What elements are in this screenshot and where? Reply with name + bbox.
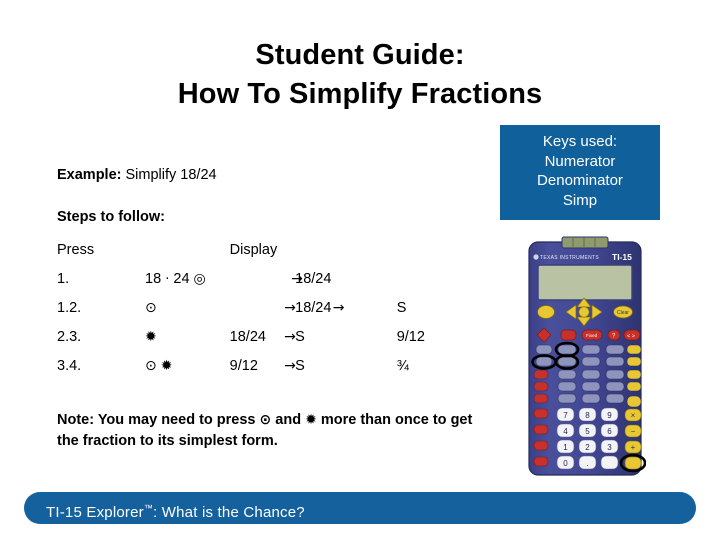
trademark-icon: ™ xyxy=(143,503,154,513)
svg-text:Fixed: Fixed xyxy=(586,333,598,338)
row-3-display-value: S xyxy=(295,329,305,345)
keys-used-item-numerator: Numerator xyxy=(544,152,616,170)
row-1-press-separator: · xyxy=(165,272,170,287)
slide-canvas: Student Guide: How To Simplify Fractions… xyxy=(0,0,720,540)
svg-text:TI-15: TI-15 xyxy=(612,252,632,262)
svg-text:8: 8 xyxy=(585,411,590,420)
row-4-last: ¾ xyxy=(396,358,409,374)
denominator-key-icon: ⊙ xyxy=(145,300,157,316)
svg-text:−: − xyxy=(631,427,636,436)
row-4-display-value: S xyxy=(295,358,305,374)
row-2-arrow-left-icon: → xyxy=(284,300,296,316)
row-2-arrow-right-icon: → xyxy=(332,300,345,316)
row-3-number: 2.3. xyxy=(57,329,82,345)
svg-text:Clear: Clear xyxy=(617,310,629,316)
svg-text:6: 6 xyxy=(607,427,612,436)
keys-used-item-simp: Simp xyxy=(562,191,598,209)
table-row: 2.3. ✹ 18/24 → S 9/12 xyxy=(57,329,487,358)
row-3-last: 9/12 xyxy=(396,329,425,345)
title-line-1: Student Guide: xyxy=(255,39,465,71)
row-3-press: ✹ xyxy=(145,329,230,358)
simp-key-icon: ✹ xyxy=(145,329,157,345)
svg-text:9: 9 xyxy=(607,411,612,420)
ti-15-calculator-svg: TEXAS INSTRUMENTS TI-15 Clear Fixed ? < … xyxy=(528,236,647,476)
footer-product-name: TI-15 Explorer xyxy=(46,504,144,521)
row-1-display: → 18/24 xyxy=(291,271,397,300)
svg-text:×: × xyxy=(631,411,636,420)
keys-used-item-denominator: Denominator xyxy=(537,172,623,189)
row-2-display: → 18/24 → xyxy=(284,300,397,329)
svg-text:+: + xyxy=(631,443,636,452)
row-1-number: 1. xyxy=(57,271,70,287)
row-1-press: 18 · 24 ◎ xyxy=(145,271,230,300)
svg-text:.: . xyxy=(586,459,588,468)
example-label: Example: xyxy=(57,167,122,183)
svg-text:< >: < > xyxy=(627,334,635,340)
row-4-arrow-left-icon: → xyxy=(284,358,296,374)
row-3-display: → S xyxy=(284,329,397,358)
footer-subtitle: : What is the Chance? xyxy=(153,504,305,521)
example-line: Example: Simplify 18/24 xyxy=(57,167,217,183)
row-1-arrow-icon: → xyxy=(291,271,303,287)
footer-bar: TI-15 Explorer™: What is the Chance? xyxy=(24,492,696,524)
steps-table: Press Display 1. 18 · 24 ◎ → 18/24 1.2. … xyxy=(57,242,487,387)
table-row: 1.2. ⊙ → 18/24 → S xyxy=(57,300,487,329)
row-2-number: 1.2. xyxy=(57,300,82,316)
table-row: 3.4. ⊙ ✹ 9/12 → S ¾ xyxy=(57,358,487,387)
steps-heading: Steps to follow: xyxy=(57,209,165,225)
keys-used-heading: Keys used: xyxy=(542,133,618,150)
svg-text:7: 7 xyxy=(563,411,568,420)
svg-text:2: 2 xyxy=(585,443,590,452)
row-1-press-operand-1: 18 xyxy=(145,271,162,287)
row-2-last: S xyxy=(396,300,407,316)
row-2-display-value: 18/24 xyxy=(295,300,332,316)
column-header-display: Display xyxy=(229,242,278,258)
row-1-press-operand-2: 24 xyxy=(173,271,190,287)
row-1-last xyxy=(397,271,487,300)
row-3-arrow-left-icon: → xyxy=(284,329,296,345)
column-header-press: Press xyxy=(57,242,95,258)
row-1-mid xyxy=(230,271,295,300)
note-block: Note: You may need to press ⊙ and ✹ more… xyxy=(57,410,497,451)
example-text: Simplify 18/24 xyxy=(125,167,217,183)
svg-text:5: 5 xyxy=(585,427,590,436)
row-4-display: → S xyxy=(284,358,397,387)
denominator-key-icon-2: ⊙ xyxy=(145,358,157,374)
note-simp-key-icon: ✹ xyxy=(305,412,317,428)
row-4-number: 3.4. xyxy=(57,358,82,374)
table-row: 1. 18 · 24 ◎ → 18/24 xyxy=(57,271,487,300)
note-denominator-key-icon: ⊙ xyxy=(259,412,272,428)
numerator-key-icon: ◎ xyxy=(193,271,206,287)
page-title: Student Guide: How To Simplify Fractions xyxy=(60,36,660,114)
svg-text:TEXAS INSTRUMENTS: TEXAS INSTRUMENTS xyxy=(540,255,599,261)
calculator-image: TEXAS INSTRUMENTS TI-15 Clear Fixed ? < … xyxy=(524,234,647,479)
table-header-row: Press Display xyxy=(57,242,487,271)
svg-text:1: 1 xyxy=(563,443,568,452)
row-2-press: ⊙ xyxy=(145,300,230,329)
title-line-2: How To Simplify Fractions xyxy=(177,77,543,110)
note-text-c: more than xyxy=(316,412,391,428)
note-text-b: and xyxy=(271,412,306,428)
svg-text:0: 0 xyxy=(563,459,568,468)
note-text-a: Note: You may need to press xyxy=(57,412,260,428)
simp-key-icon-2: ✹ xyxy=(160,358,173,374)
svg-text:3: 3 xyxy=(607,443,612,452)
row-4-press: ⊙ ✹ xyxy=(145,358,230,387)
svg-text:4: 4 xyxy=(563,427,568,436)
keys-used-box: Keys used: Numerator Denominator Simp xyxy=(500,125,660,220)
